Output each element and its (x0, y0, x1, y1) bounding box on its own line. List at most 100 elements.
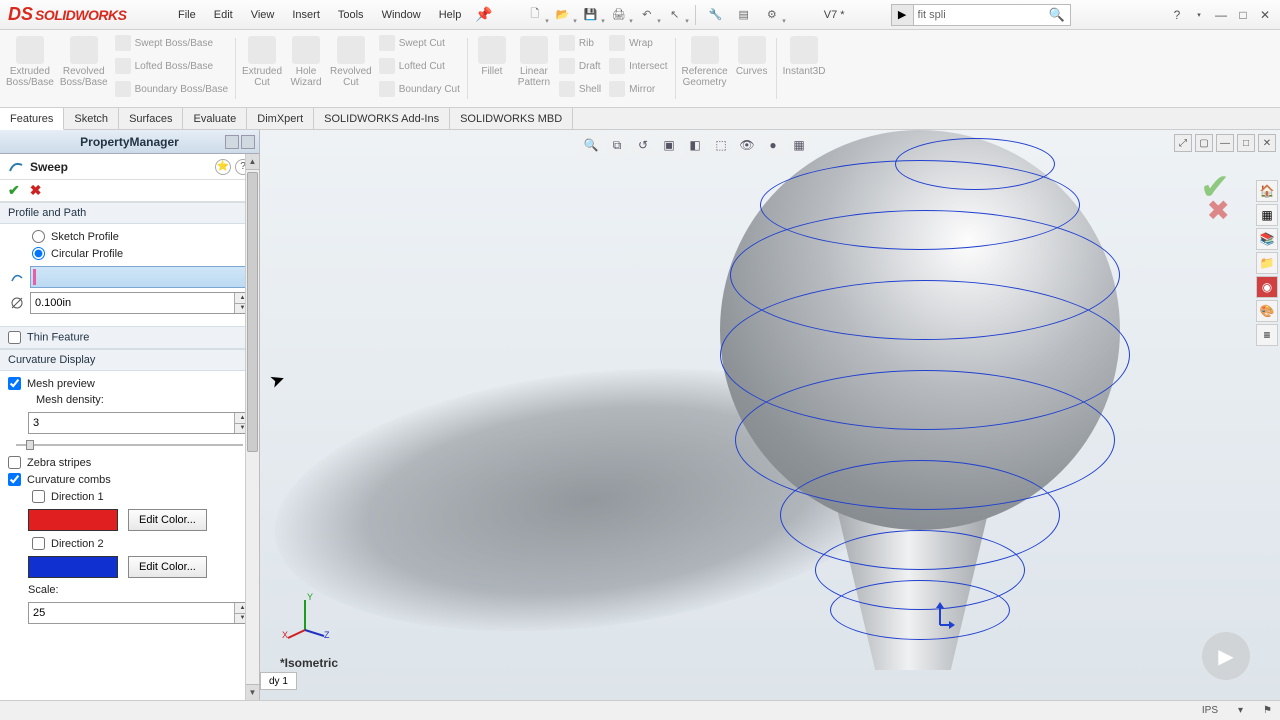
mesh-density-input[interactable] (29, 417, 234, 429)
vp-minimize-icon[interactable]: — (1216, 134, 1234, 152)
extruded-boss-button[interactable]: Extruded Boss/Base (4, 32, 56, 105)
view-palette-icon[interactable]: ◉ (1256, 276, 1278, 298)
swept-cut-button[interactable]: Swept Cut (376, 32, 463, 54)
curves-button[interactable]: Curves (732, 32, 772, 105)
lofted-boss-button[interactable]: Lofted Boss/Base (112, 55, 231, 77)
sketch-profile-radio[interactable] (32, 230, 45, 243)
help-start-icon[interactable]: ⭐ (215, 159, 231, 175)
menu-view[interactable]: View (243, 5, 283, 25)
revolved-boss-button[interactable]: Revolved Boss/Base (58, 32, 110, 105)
rebuild-button[interactable]: 🔧 (704, 3, 728, 27)
pm-pin-icon[interactable] (225, 135, 239, 149)
options-button[interactable]: ⚙▾ (760, 3, 784, 27)
graphics-viewport[interactable]: 🔍 ⧉ ↺ ▣ ◧ ⬚ 👁 ● ▦ ⤢ ▢ — □ ✕ ✔ ✖ 🏠 ▦ 📚 📁 … (260, 130, 1280, 700)
fillet-button[interactable]: Fillet (472, 32, 512, 105)
menu-help[interactable]: Help (431, 5, 470, 25)
home-icon[interactable]: 🏠 (1256, 180, 1278, 202)
tab-sketch[interactable]: Sketch (64, 108, 119, 129)
open-doc-button[interactable]: 📂▾ (551, 3, 575, 27)
extruded-cut-button[interactable]: Extruded Cut (240, 32, 284, 105)
status-units[interactable]: IPS (1202, 705, 1218, 716)
prev-view-icon[interactable]: ↺ (632, 134, 654, 156)
diameter-input[interactable] (31, 297, 234, 309)
zoom-fit-icon[interactable]: 🔍 (580, 134, 602, 156)
cancel-button[interactable]: ✖ (30, 182, 42, 199)
options-list-button[interactable]: ▤ (732, 3, 756, 27)
section-profile-path[interactable]: Profile and Path˄ (0, 202, 259, 224)
direction1-color[interactable] (28, 509, 118, 531)
close-icon[interactable]: ✕ (1256, 6, 1274, 24)
minimize-icon[interactable]: — (1212, 6, 1230, 24)
move-triad-icon[interactable] (925, 600, 955, 630)
reference-geometry-button[interactable]: Reference Geometry (680, 32, 730, 105)
search-icon[interactable]: 🔍 (1044, 7, 1070, 23)
status-flag-icon[interactable]: ⚑ (1263, 705, 1272, 716)
file-explorer-icon[interactable]: 📁 (1256, 252, 1278, 274)
hide-show-icon[interactable]: 👁 (736, 134, 758, 156)
tab-surfaces[interactable]: Surfaces (119, 108, 183, 129)
edit-color2-button[interactable]: Edit Color... (128, 556, 207, 578)
view-orientation-icon[interactable]: ⬚ (710, 134, 732, 156)
resources-icon[interactable]: ▦ (1256, 204, 1278, 226)
boundary-cut-button[interactable]: Boundary Cut (376, 78, 463, 100)
linear-pattern-button[interactable]: Linear Pattern (514, 32, 554, 105)
section-curvature-display[interactable]: Curvature Display˄ (0, 349, 259, 371)
search-scope-icon[interactable]: ▶ (892, 5, 914, 25)
select-button[interactable]: ↖▾ (663, 3, 687, 27)
mesh-density-slider[interactable] (16, 438, 243, 452)
tab-features[interactable]: Features (0, 108, 64, 130)
tab-dimxpert[interactable]: DimXpert (247, 108, 314, 129)
pm-scrollbar[interactable]: ▲▼ (245, 154, 259, 700)
section-view-icon[interactable]: ▣ (658, 134, 680, 156)
print-button[interactable]: 🖨▾ (607, 3, 631, 27)
draft-button[interactable]: Draft (556, 55, 604, 77)
mesh-preview-checkbox[interactable] (8, 377, 21, 390)
direction2-color[interactable] (28, 556, 118, 578)
help-icon[interactable]: ? (1168, 6, 1186, 24)
appearances-icon[interactable]: 🎨 (1256, 300, 1278, 322)
tab-mbd[interactable]: SOLIDWORKS MBD (450, 108, 573, 129)
maximize-icon[interactable]: □ (1234, 6, 1252, 24)
zebra-stripes-checkbox[interactable] (8, 456, 21, 469)
pin-icon[interactable]: 📌 (475, 6, 492, 23)
reject-feature-icon[interactable]: ✖ (1207, 194, 1230, 227)
tab-addins[interactable]: SOLIDWORKS Add-Ins (314, 108, 450, 129)
circular-profile-radio[interactable] (32, 247, 45, 260)
boundary-boss-button[interactable]: Boundary Boss/Base (112, 78, 231, 100)
pm-dropdown-icon[interactable] (241, 135, 255, 149)
thin-feature-checkbox[interactable] (8, 331, 21, 344)
lofted-cut-button[interactable]: Lofted Cut (376, 55, 463, 77)
swept-boss-button[interactable]: Swept Boss/Base (112, 32, 231, 54)
appearance-icon[interactable]: ● (762, 134, 784, 156)
play-overlay-icon[interactable]: ▶ (1202, 632, 1250, 680)
instant3d-button[interactable]: Instant3D (781, 32, 828, 105)
undo-button[interactable]: ↶▾ (635, 3, 659, 27)
direction2-checkbox[interactable] (32, 537, 45, 550)
path-selection-box[interactable] (30, 266, 251, 288)
display-style-icon[interactable]: ◧ (684, 134, 706, 156)
mirror-button[interactable]: Mirror (606, 78, 670, 100)
scene-icon[interactable]: ▦ (788, 134, 810, 156)
section-thin-feature[interactable]: Thin Feature˅ (0, 326, 259, 349)
ok-button[interactable]: ✔ (8, 182, 20, 199)
direction1-checkbox[interactable] (32, 490, 45, 503)
vp-close-icon[interactable]: ✕ (1258, 134, 1276, 152)
shell-button[interactable]: Shell (556, 78, 604, 100)
hole-wizard-button[interactable]: Hole Wizard (286, 32, 326, 105)
intersect-button[interactable]: Intersect (606, 55, 670, 77)
wrap-button[interactable]: Wrap (606, 32, 670, 54)
menu-tools[interactable]: Tools (330, 5, 372, 25)
revolved-cut-button[interactable]: Revolved Cut (328, 32, 374, 105)
save-button[interactable]: 💾▾ (579, 3, 603, 27)
vp-window-icon[interactable]: ▢ (1195, 134, 1213, 152)
tab-evaluate[interactable]: Evaluate (183, 108, 247, 129)
new-doc-button[interactable]: 🗋▾ (523, 3, 547, 27)
menu-window[interactable]: Window (374, 5, 429, 25)
menu-edit[interactable]: Edit (206, 5, 241, 25)
document-tab[interactable]: dy 1 (260, 672, 297, 690)
vp-expand-icon[interactable]: ⤢ (1174, 134, 1192, 152)
search-input[interactable] (914, 7, 1044, 23)
vp-maximize-icon[interactable]: □ (1237, 134, 1255, 152)
rib-button[interactable]: Rib (556, 32, 604, 54)
menu-insert[interactable]: Insert (284, 5, 328, 25)
